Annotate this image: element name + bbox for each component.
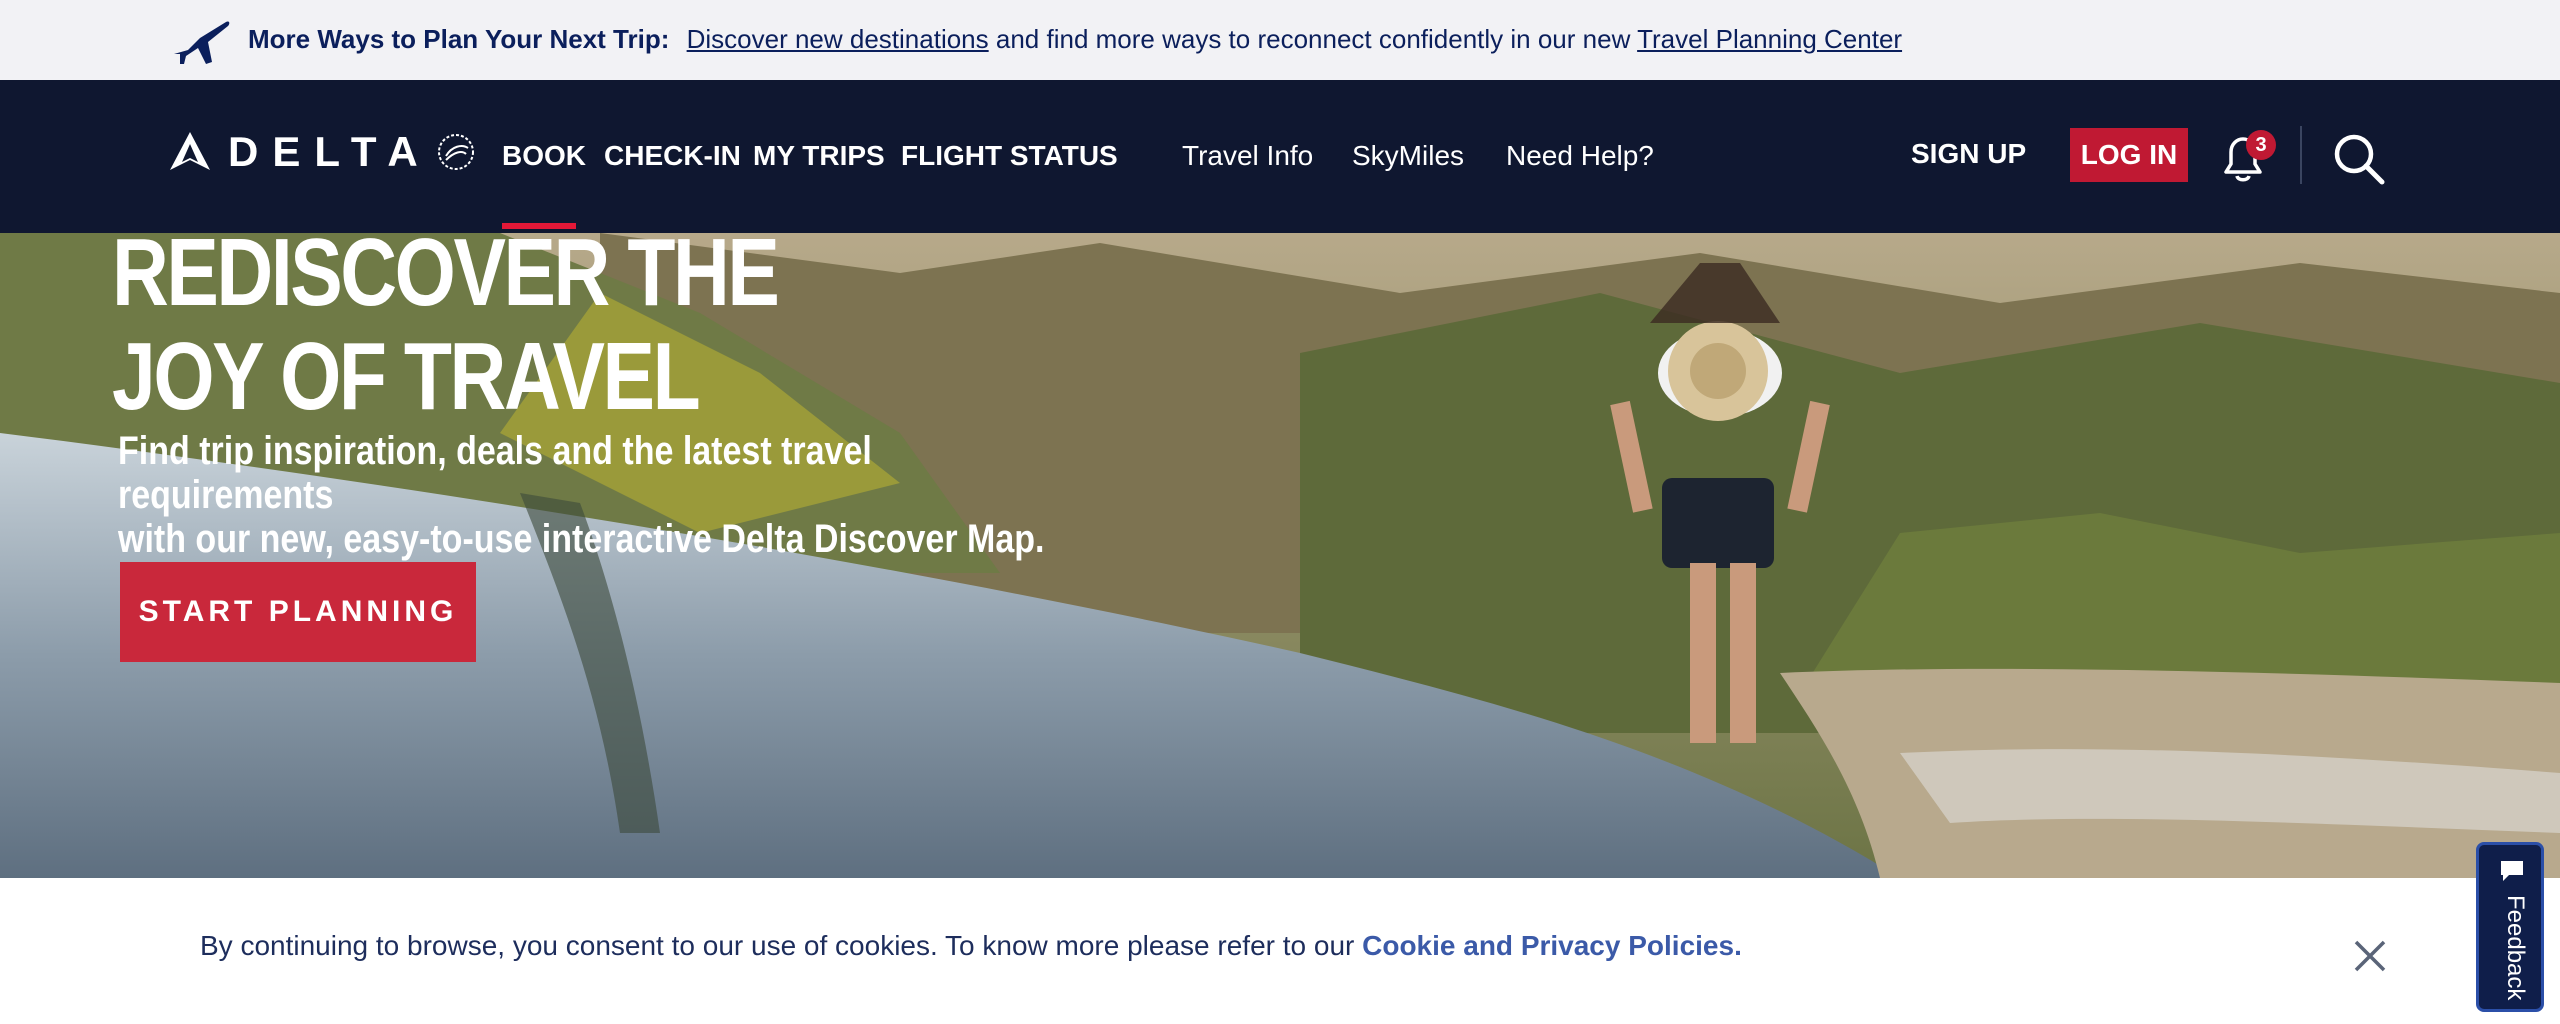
nav-check-in[interactable]: CHECK-IN [604,140,741,172]
close-icon[interactable] [2350,936,2390,976]
headline-line-2: JOY OF TRAVEL [112,323,701,430]
search-icon[interactable] [2330,130,2388,188]
discover-destinations-link[interactable]: Discover new destinations [687,24,989,54]
nav-book[interactable]: BOOK [502,140,586,172]
skyteam-seal-icon [437,134,474,170]
hero-headline: REDISCOVER THE JOY OF TRAVEL [112,233,780,430]
hero-subtext: Find trip inspiration, deals and the lat… [118,429,1053,561]
cookie-message: By continuing to browse, you consent to … [200,930,1742,962]
promo-middle-text: and find more ways to reconnect confiden… [988,24,1638,54]
promo-banner: More Ways to Plan Your Next Trip: Discov… [0,0,2560,80]
cookie-text: By continuing to browse, you consent to … [200,930,1363,961]
hero-banner: REDISCOVER THE JOY OF TRAVEL Find trip i… [0,233,2560,878]
cookie-policy-link[interactable]: Cookie and Privacy Policies. [1362,930,1742,961]
plane-icon [174,21,230,64]
start-planning-button[interactable]: START PLANNING [120,562,476,662]
sign-up-link[interactable]: SIGN UP [1911,138,2026,170]
nav-my-trips[interactable]: MY TRIPS [753,140,885,172]
notifications-button[interactable]: 3 [2218,130,2276,186]
travel-planning-center-link[interactable]: Travel Planning Center [1637,24,1902,54]
log-in-button[interactable]: LOG IN [2070,128,2188,182]
feedback-icon [2501,861,2523,881]
cookie-banner: By continuing to browse, you consent to … [0,878,2560,1024]
nav-divider [2300,126,2302,184]
nav-travel-info[interactable]: Travel Info [1182,140,1313,172]
delta-widget-logo [170,132,210,170]
feedback-tab[interactable]: Feedback [2476,842,2544,1012]
notification-badge: 3 [2246,130,2276,160]
nav-skymiles[interactable]: SkyMiles [1352,140,1464,172]
delta-wordmark: DELTA [228,128,432,175]
main-nav: DELTA BOOK CHECK-IN MY TRIPS FLIGHT STAT… [0,80,2560,233]
delta-logo[interactable]: DELTA [168,128,476,176]
feedback-label: Feedback [2502,895,2529,1001]
nav-flight-status[interactable]: FLIGHT STATUS [901,140,1118,172]
headline-line-1: REDISCOVER THE [112,233,780,326]
active-tab-indicator [502,223,576,229]
subtext-line-2: with our new, easy-to-use interactive De… [118,517,1045,561]
promo-lead: More Ways to Plan Your Next Trip: [248,24,670,54]
subtext-line-1: Find trip inspiration, deals and the lat… [118,429,872,517]
nav-need-help[interactable]: Need Help? [1506,140,1654,172]
